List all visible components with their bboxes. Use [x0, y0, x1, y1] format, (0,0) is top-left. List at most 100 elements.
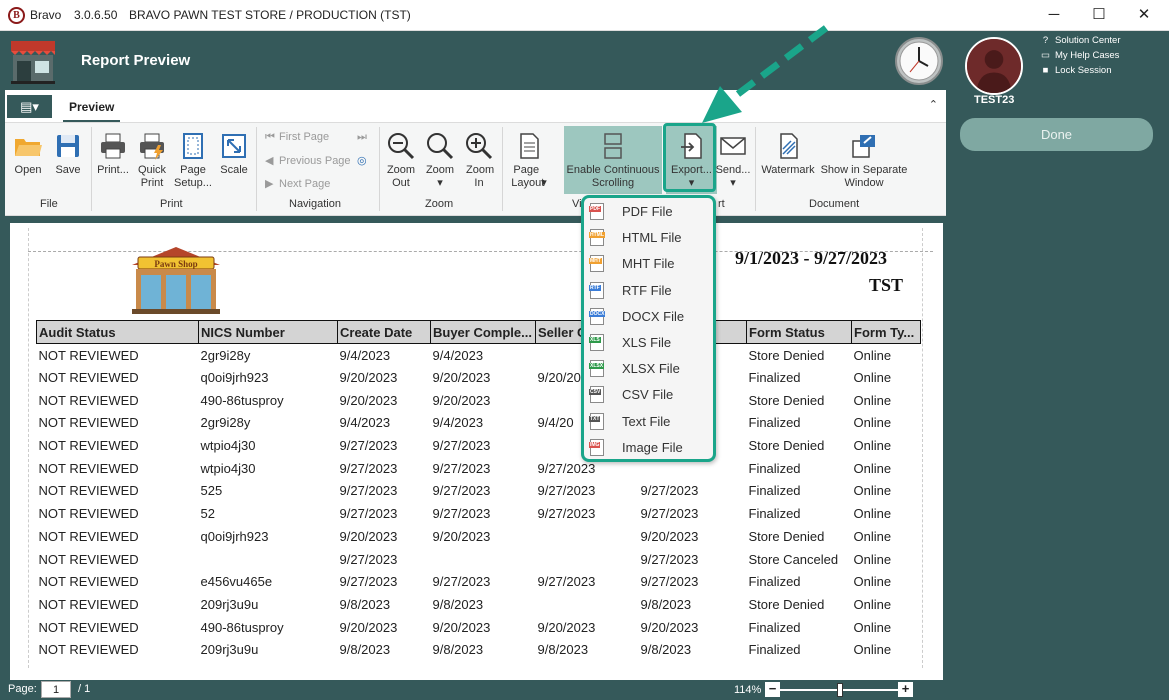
- send-button[interactable]: Send... ▾: [715, 131, 751, 190]
- export-menu-item-pdf[interactable]: PDF PDF File: [584, 199, 713, 225]
- export-menu-item-html[interactable]: HTML HTML File: [584, 225, 713, 251]
- watermark-button[interactable]: Watermark: [758, 131, 818, 177]
- table-cell: 9/27/2023: [339, 574, 398, 590]
- table-row: NOT REVIEWED 9/27/2023 9/27/2023 Store Canc…: [37, 548, 921, 571]
- table-cell: Online: [853, 596, 892, 612]
- table-cell: 209rj3u9u: [200, 596, 259, 612]
- table-row: NOT REVIEWED q0oi9jrh923 9/20/2023 9/20/202…: [37, 525, 921, 548]
- table-cell: Finalized: [748, 642, 801, 658]
- export-menu-item-mht[interactable]: MHT MHT File: [584, 251, 713, 277]
- quick-print-button[interactable]: Quick Print: [133, 131, 171, 190]
- print-button[interactable]: Print...: [95, 131, 131, 177]
- app-window: B Bravo 3.0.6.50 BRAVO PAWN TEST STORE /…: [0, 0, 1169, 700]
- continuous-scrolling-button[interactable]: Enable Continuous Scrolling: [564, 131, 662, 190]
- file-type-tag: DOCX: [589, 310, 606, 317]
- table-cell: 9/8/2023: [339, 642, 391, 658]
- export-menu-item-rtf[interactable]: RTF RTF File: [584, 278, 713, 304]
- report-preview-window: ▤▾ Preview ⌃ Open Save File Print... Qui…: [5, 90, 946, 700]
- table-cell: Store Denied: [748, 392, 825, 408]
- table-cell: NOT REVIEWED: [38, 506, 139, 522]
- pdf-file-icon: PDF: [589, 203, 604, 220]
- minimize-button[interactable]: ─: [1039, 4, 1069, 26]
- separator: [91, 127, 92, 211]
- first-page-button[interactable]: ⏮ First Page: [265, 131, 329, 144]
- zoom-slider-thumb[interactable]: [837, 683, 843, 697]
- table-cell: NOT REVIEWED: [38, 460, 139, 476]
- close-button[interactable]: ✕: [1129, 4, 1159, 26]
- zoom-plus-button[interactable]: +: [898, 682, 913, 697]
- group-print: Print: [160, 198, 183, 210]
- table-cell: 9/27/2023: [640, 483, 699, 499]
- table-cell: 52: [200, 506, 215, 522]
- zoom-button[interactable]: Zoom ▾: [422, 131, 458, 190]
- solution-center-link[interactable]: ? Solution Center: [1040, 35, 1121, 46]
- lock-session-link[interactable]: ■ Lock Session: [1040, 65, 1112, 76]
- page-layout-button[interactable]: Page Layout▾: [507, 131, 551, 190]
- next-page-button[interactable]: ▶ Next Page: [265, 177, 330, 190]
- export-menu-item-docx[interactable]: DOCX DOCX File: [584, 304, 713, 330]
- mht-file-icon: MHT: [589, 255, 604, 273]
- table-cell: e456vu465e: [200, 574, 273, 590]
- table-cell: [199, 548, 338, 571]
- page-number-input[interactable]: 1: [41, 681, 71, 698]
- solution-center-label: Solution Center: [1055, 35, 1121, 46]
- compass-icon[interactable]: ◎: [357, 154, 367, 167]
- table-cell: 525: [200, 483, 223, 499]
- previous-page-button[interactable]: ◀ Previous Page: [265, 154, 351, 167]
- table-cell: NOT REVIEWED: [38, 483, 139, 499]
- export-menu-item-xlsx[interactable]: XLSX XLSX File: [584, 356, 713, 382]
- export-menu-item-img[interactable]: IMG Image File: [584, 435, 713, 461]
- user-avatar[interactable]: [965, 37, 1023, 95]
- zoom-out-button[interactable]: Zoom Out: [383, 131, 419, 190]
- table-cell: Store Denied: [748, 528, 825, 544]
- tab-preview[interactable]: Preview: [62, 100, 121, 122]
- export-menu-item-label: Text File: [622, 413, 671, 429]
- export-menu-item-label: PDF File: [622, 204, 673, 219]
- table-cell: 9/20/2023: [640, 528, 699, 544]
- page-setup-button[interactable]: Page Setup...: [171, 131, 215, 190]
- pawn-shop-logo: Pawn Shop: [132, 247, 220, 314]
- scale-button[interactable]: Scale: [217, 131, 251, 177]
- table-cell: Online: [853, 392, 892, 408]
- table-cell: NOT REVIEWED: [38, 574, 139, 590]
- table-cell: q0oi9jrh923: [200, 528, 269, 544]
- open-button[interactable]: Open: [11, 131, 45, 177]
- collapse-ribbon-icon[interactable]: ⌃: [929, 98, 938, 111]
- table-cell: 9/27/2023: [640, 506, 699, 522]
- document-area[interactable]: Pawn Shop 9/1/2023 - 9/27/2023 TST Audit…: [5, 216, 946, 680]
- file-type-tag: HTML: [589, 232, 605, 239]
- my-help-cases-link[interactable]: ▭ My Help Cases: [1040, 50, 1119, 61]
- table-row: NOT REVIEWED e456vu465e 9/27/2023 9/27/2023…: [37, 570, 921, 593]
- first-page-label: First Page: [279, 131, 330, 143]
- page-count: / 1: [78, 683, 91, 695]
- app-name: Bravo: [30, 8, 62, 22]
- report-table: Audit Status NICS Number Create Date Buyer …: [36, 320, 921, 661]
- show-separate-window-button[interactable]: Show in Separate Window: [820, 131, 908, 190]
- folder-open-icon: [15, 139, 42, 156]
- app-menu-button[interactable]: ▤▾: [7, 95, 52, 118]
- table-cell: 9/4/2023: [432, 415, 484, 431]
- zoom-slider-track[interactable]: [780, 689, 906, 691]
- next-page-icon: ▶: [265, 178, 274, 190]
- table-cell: 9/27/2023: [537, 506, 596, 522]
- title-bar: B Bravo 3.0.6.50 BRAVO PAWN TEST STORE /…: [0, 0, 1169, 31]
- maximize-button[interactable]: ☐: [1084, 4, 1114, 26]
- margin-line: [922, 228, 923, 668]
- chevron-down-icon: ▾: [730, 177, 736, 189]
- table-cell: wtpio4j30: [200, 460, 256, 476]
- my-help-cases-label: My Help Cases: [1055, 50, 1120, 61]
- table-row: NOT REVIEWED 209rj3u9u 9/8/2023 9/8/2023 9/8…: [37, 638, 921, 661]
- table-cell: Store Denied: [748, 438, 825, 454]
- folder-icon: ▭: [1041, 50, 1050, 61]
- table-row: NOT REVIEWED 2gr9i28y 9/4/2023 9/4/2023 Stor…: [37, 344, 921, 367]
- done-button[interactable]: Done: [960, 118, 1153, 151]
- zoom-minus-button[interactable]: −: [765, 682, 780, 697]
- export-menu-item-csv[interactable]: CSV CSV File: [584, 382, 713, 408]
- export-menu-item-txt[interactable]: TXT Text File: [584, 409, 713, 435]
- zoom-in-button[interactable]: Zoom In: [461, 131, 497, 190]
- save-button[interactable]: Save: [51, 131, 85, 177]
- scale-label: Scale: [220, 164, 248, 176]
- table-row: NOT REVIEWED q0oi9jrh923 9/20/2023 9/20/202…: [37, 366, 921, 389]
- export-menu-item-xls[interactable]: XLS XLS File: [584, 330, 713, 356]
- last-page-icon[interactable]: ⏭: [357, 131, 367, 144]
